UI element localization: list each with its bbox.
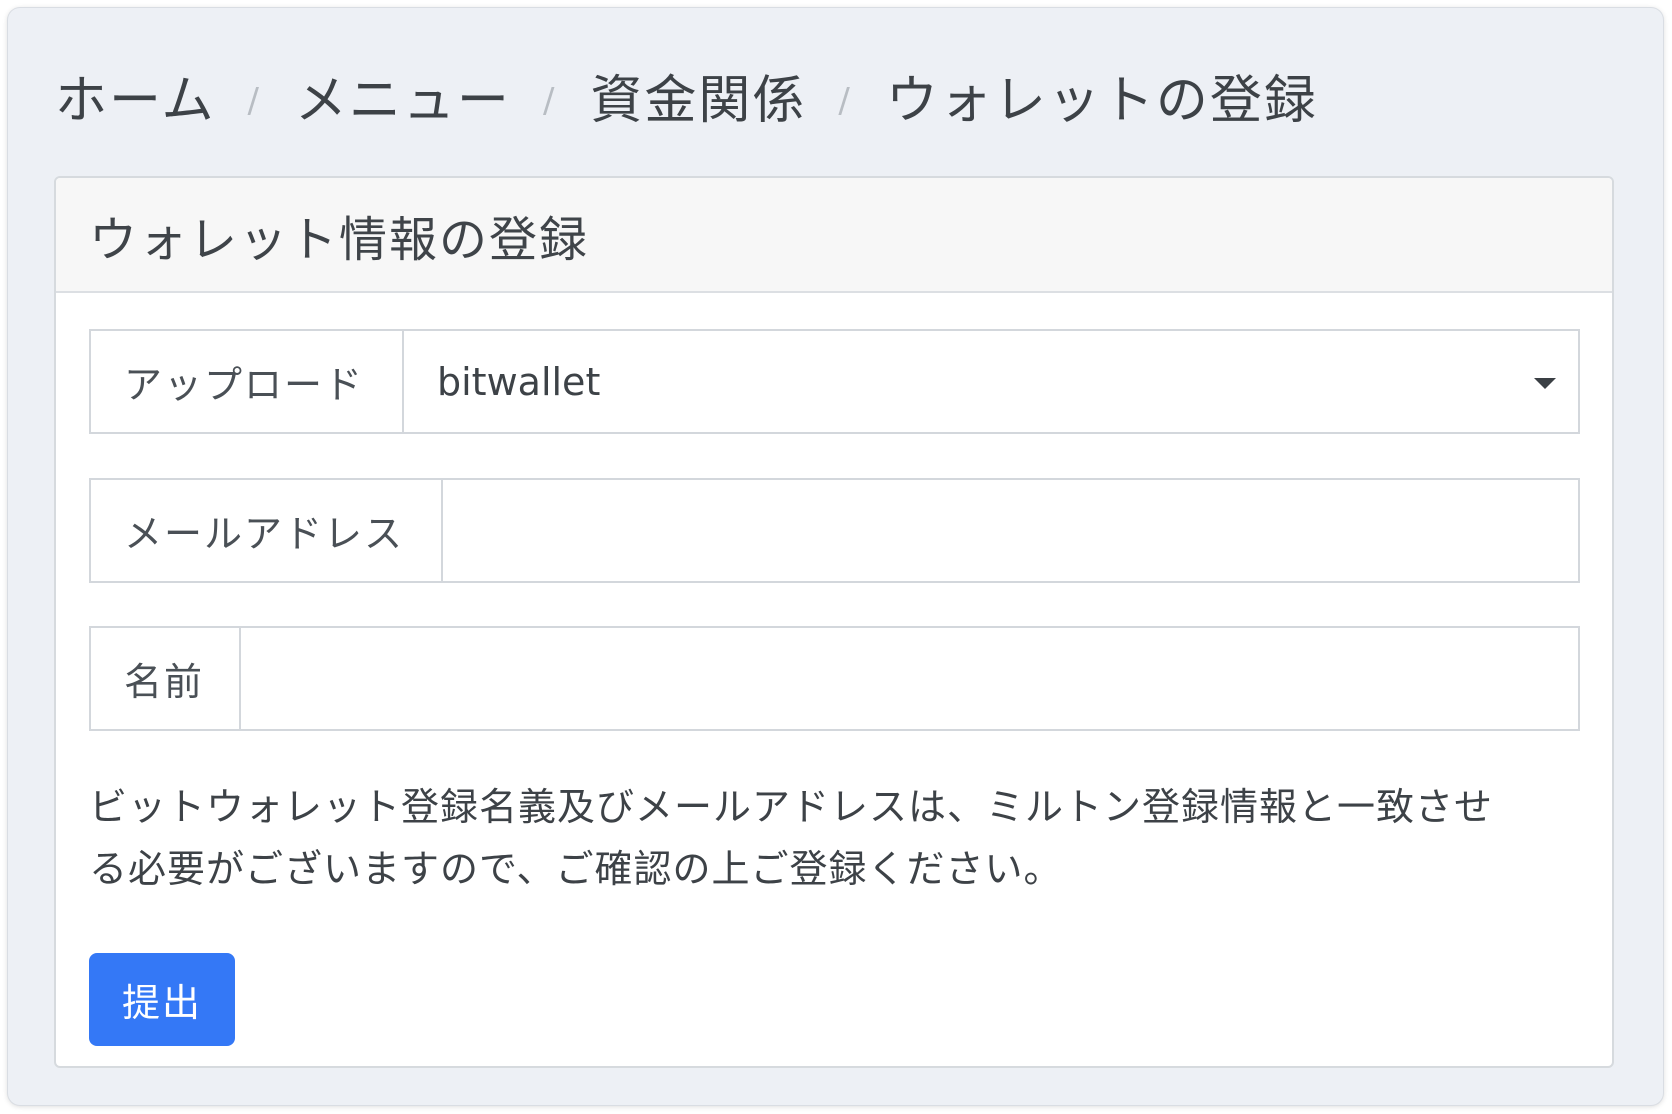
breadcrumb-current: ウォレットの登録	[885, 70, 1318, 131]
upload-input-group: アップロード bitwallet	[89, 329, 1580, 434]
breadcrumb-menu[interactable]: メニュー	[295, 58, 511, 133]
note-line: ビットウォレット登録名義及びメールアドレスは、ミルトン登録情報と一致させ	[89, 785, 1494, 829]
breadcrumb: ホーム / メニュー / 資金関係 / ウォレットの登録	[55, 58, 1318, 133]
registration-note: ビットウォレット登録名義及びメールアドレスは、ミルトン登録情報と一致させ る必要…	[89, 776, 1589, 900]
app-window: ホーム / メニュー / 資金関係 / ウォレットの登録 ウォレット情報の登録 …	[8, 8, 1663, 1105]
email-label: メールアドレス	[91, 480, 443, 581]
upload-label: アップロード	[91, 331, 404, 432]
breadcrumb-funds[interactable]: 資金関係	[590, 58, 806, 133]
breadcrumb-separator: /	[542, 81, 557, 121]
chevron-down-icon	[1534, 378, 1556, 389]
card-title: ウォレット情報の登録	[89, 211, 590, 268]
breadcrumb-home[interactable]: ホーム	[55, 58, 215, 133]
submit-button[interactable]: 提出	[89, 953, 235, 1046]
breadcrumb-separator: /	[247, 81, 261, 121]
note-line: る必要がございますので、ご確認の上ご登録ください。	[89, 847, 1063, 891]
card-header: ウォレット情報の登録	[56, 178, 1612, 293]
wallet-registration-card: ウォレット情報の登録 アップロード bitwallet メールアドレス 名前 ビ…	[54, 176, 1614, 1068]
name-field[interactable]	[241, 628, 1578, 729]
breadcrumb-separator: /	[838, 81, 852, 121]
upload-select-value: bitwallet	[437, 359, 601, 404]
name-input-group: 名前	[89, 626, 1580, 731]
email-input-group: メールアドレス	[89, 478, 1580, 583]
name-label: 名前	[91, 628, 241, 729]
upload-select[interactable]: bitwallet	[404, 331, 1578, 432]
email-field[interactable]	[443, 480, 1578, 581]
